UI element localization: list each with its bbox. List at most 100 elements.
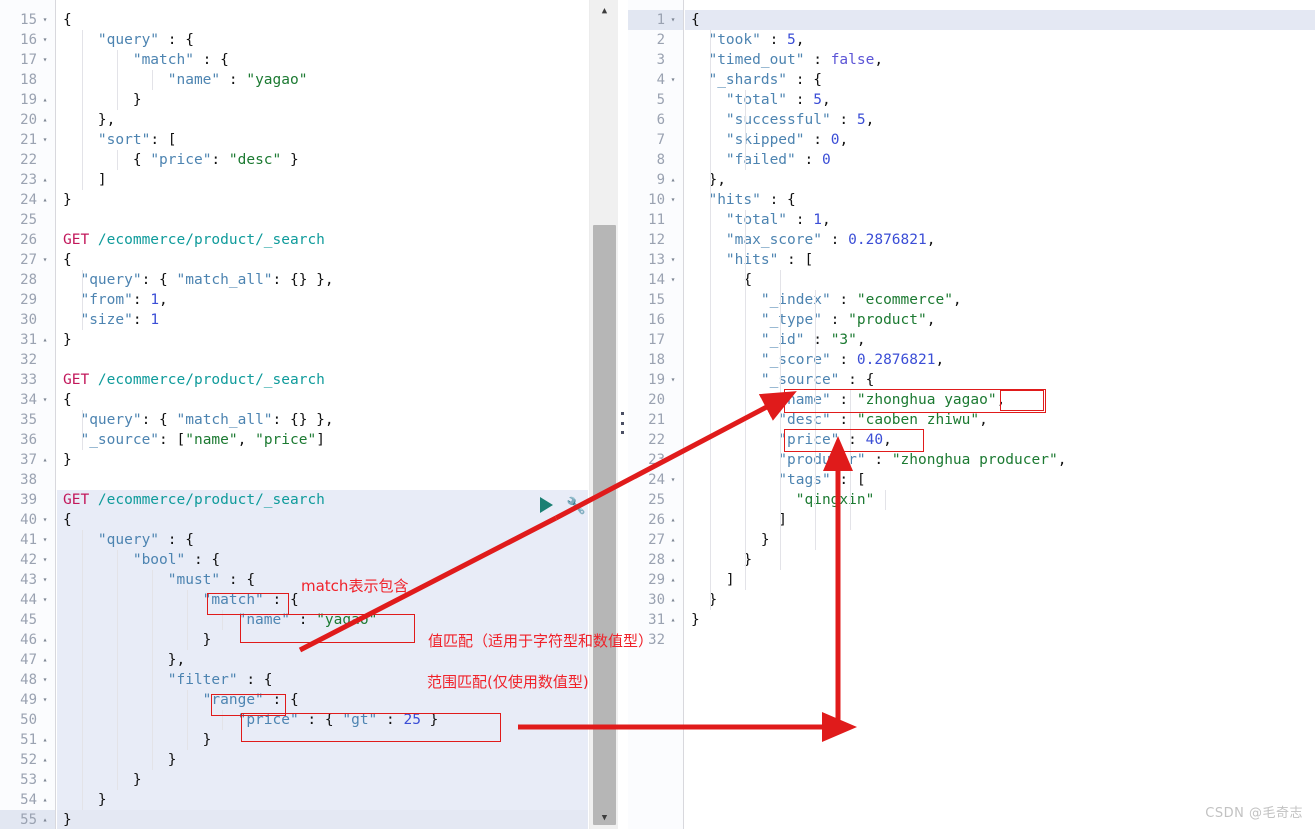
fold-toggle-icon[interactable]: ▴	[40, 650, 50, 670]
gutter-line[interactable]: 28 ▴	[628, 550, 683, 570]
code-line[interactable]: GET /ecommerce/product/_search	[57, 230, 588, 250]
gutter-line[interactable]: 10 ▾	[628, 190, 683, 210]
code-line[interactable]: "_id" : "3",	[685, 330, 1315, 350]
fold-toggle-icon[interactable]: ▾	[40, 50, 50, 70]
code-line[interactable]: }	[685, 590, 1315, 610]
code-line[interactable]: }	[57, 810, 588, 829]
gutter-line[interactable]: 27 ▴	[628, 530, 683, 550]
code-line[interactable]: ]	[57, 170, 588, 190]
fold-toggle-icon[interactable]	[668, 410, 678, 430]
gutter-line[interactable]: 30 ▴	[628, 590, 683, 610]
fold-toggle-icon[interactable]: ▾	[668, 190, 678, 210]
fold-toggle-icon[interactable]	[668, 90, 678, 110]
gutter-line[interactable]: 36	[0, 430, 55, 450]
fold-toggle-icon[interactable]: ▴	[40, 190, 50, 210]
gutter-line[interactable]: 22	[0, 150, 55, 170]
fold-toggle-icon[interactable]	[40, 470, 50, 490]
code-line[interactable]: GET /ecommerce/product/_search	[57, 370, 588, 390]
code-line[interactable]: "query": { "match_all": {} },	[57, 410, 588, 430]
fold-toggle-icon[interactable]: ▾	[668, 250, 678, 270]
fold-toggle-icon[interactable]: ▴	[40, 450, 50, 470]
gutter-line[interactable]: 41 ▾	[0, 530, 55, 550]
code-line[interactable]: "query" : {	[57, 30, 588, 50]
code-line[interactable]: "_type" : "product",	[685, 310, 1315, 330]
gutter-line[interactable]: 46 ▴	[0, 630, 55, 650]
gutter-line[interactable]: 24 ▾	[628, 470, 683, 490]
gutter-line[interactable]: 18	[628, 350, 683, 370]
gutter-line[interactable]: 16 ▾	[0, 30, 55, 50]
fold-toggle-icon[interactable]	[40, 310, 50, 330]
gutter-line[interactable]: 19 ▾	[628, 370, 683, 390]
code-line[interactable]: "_index" : "ecommerce",	[685, 290, 1315, 310]
gutter-line[interactable]: 25	[0, 210, 55, 230]
fold-toggle-icon[interactable]: ▴	[668, 170, 678, 190]
code-line[interactable]: "query": { "match_all": {} },	[57, 270, 588, 290]
fold-toggle-icon[interactable]: ▾	[40, 390, 50, 410]
code-line[interactable]: "desc" : "caoben zhiwu",	[685, 410, 1315, 430]
gutter-line[interactable]: 40 ▾	[0, 510, 55, 530]
fold-toggle-icon[interactable]	[40, 430, 50, 450]
gutter-line[interactable]: 16	[628, 310, 683, 330]
code-line[interactable]: }	[57, 790, 588, 810]
code-line[interactable]: "total" : 1,	[685, 210, 1315, 230]
fold-toggle-icon[interactable]	[668, 310, 678, 330]
scroll-down-arrow-icon[interactable]: ▼	[590, 809, 619, 827]
gutter-line[interactable]: 20	[628, 390, 683, 410]
fold-toggle-icon[interactable]	[668, 110, 678, 130]
gutter-line[interactable]: 11	[628, 210, 683, 230]
fold-toggle-icon[interactable]: ▴	[668, 530, 678, 550]
gutter-line[interactable]: 15 ▾	[0, 10, 55, 30]
request-scrollbar[interactable]: ▲ ▼	[589, 0, 618, 829]
fold-toggle-icon[interactable]: ▾	[40, 30, 50, 50]
code-line[interactable]: "match" : {	[57, 50, 588, 70]
pane-resize-handle[interactable]	[617, 412, 627, 434]
code-line[interactable]: "_source" : {	[685, 370, 1315, 390]
gutter-line[interactable]: 15	[628, 290, 683, 310]
code-line[interactable]: "qingxin"	[685, 490, 1315, 510]
fold-toggle-icon[interactable]	[40, 710, 50, 730]
fold-toggle-icon[interactable]	[40, 210, 50, 230]
fold-toggle-icon[interactable]: ▾	[668, 270, 678, 290]
fold-toggle-icon[interactable]: ▾	[668, 70, 678, 90]
fold-toggle-icon[interactable]	[40, 150, 50, 170]
code-line[interactable]: }	[57, 770, 588, 790]
code-line[interactable]: "took" : 5,	[685, 30, 1315, 50]
fold-toggle-icon[interactable]: ▴	[40, 790, 50, 810]
code-line[interactable]: "query" : {	[57, 530, 588, 550]
code-line[interactable]: "price" : 40,	[685, 430, 1315, 450]
code-line[interactable]: "tags" : [	[685, 470, 1315, 490]
code-line[interactable]: }	[57, 450, 588, 470]
code-line[interactable]: }	[57, 190, 588, 210]
code-line[interactable]	[685, 630, 1315, 650]
fold-toggle-icon[interactable]: ▾	[668, 370, 678, 390]
fold-toggle-icon[interactable]: ▴	[668, 510, 678, 530]
gutter-line[interactable]: 12	[628, 230, 683, 250]
gutter-line[interactable]: 22	[628, 430, 683, 450]
request-code-area[interactable]: { "query" : { "match" : { "name" : "yaga…	[57, 0, 588, 829]
gutter-line[interactable]: 37 ▴	[0, 450, 55, 470]
fold-toggle-icon[interactable]	[40, 70, 50, 90]
code-line[interactable]	[57, 470, 588, 490]
gutter-line[interactable]: 42 ▾	[0, 550, 55, 570]
code-line[interactable]: }	[57, 90, 588, 110]
gutter-line[interactable]: 17	[628, 330, 683, 350]
code-line[interactable]: "size": 1	[57, 310, 588, 330]
fold-toggle-icon[interactable]: ▴	[40, 730, 50, 750]
code-line[interactable]: {	[685, 10, 1315, 30]
gutter-line[interactable]: 21	[628, 410, 683, 430]
fold-toggle-icon[interactable]	[668, 30, 678, 50]
gutter-line[interactable]: 35	[0, 410, 55, 430]
gutter-line[interactable]: 21 ▾	[0, 130, 55, 150]
code-line[interactable]: },	[57, 650, 588, 670]
run-request-play-icon[interactable]	[540, 497, 553, 513]
code-line[interactable]: ]	[685, 570, 1315, 590]
gutter-line[interactable]: 29	[0, 290, 55, 310]
code-line[interactable]: ]	[685, 510, 1315, 530]
fold-toggle-icon[interactable]	[40, 490, 50, 510]
gutter-line[interactable]: 14 ▾	[628, 270, 683, 290]
gutter-line[interactable]: 13 ▾	[628, 250, 683, 270]
fold-toggle-icon[interactable]: ▴	[40, 810, 50, 829]
fold-toggle-icon[interactable]	[40, 230, 50, 250]
fold-toggle-icon[interactable]: ▾	[40, 510, 50, 530]
gutter-line[interactable]: 47 ▴	[0, 650, 55, 670]
